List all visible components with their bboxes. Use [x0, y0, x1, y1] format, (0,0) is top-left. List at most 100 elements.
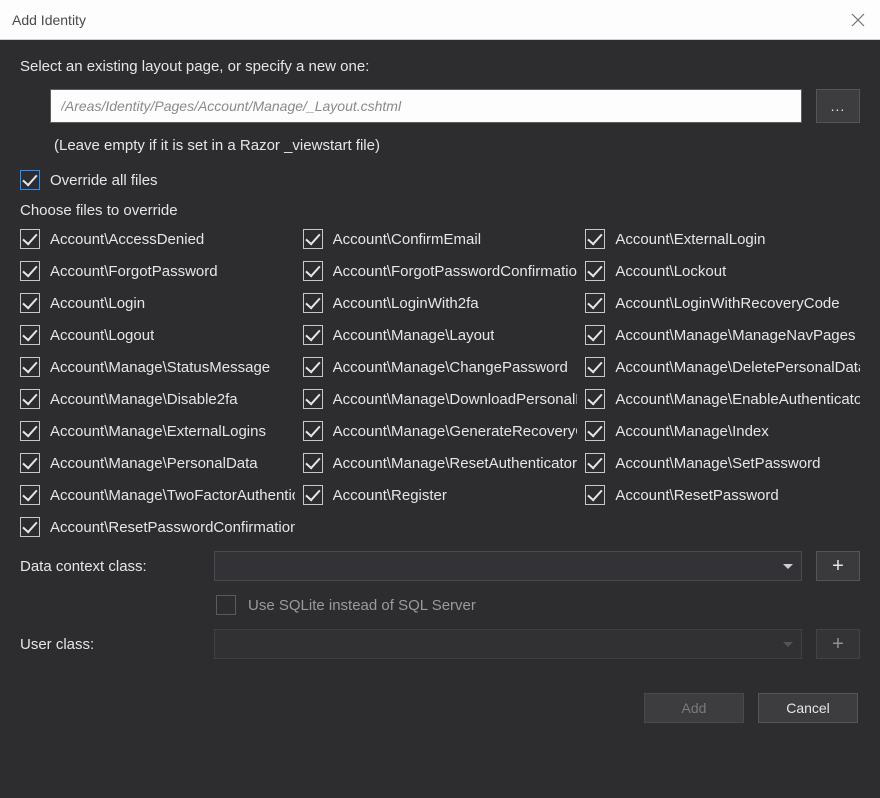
- file-label: Account\Manage\ExternalLogins: [50, 423, 266, 440]
- file-item: Account\Manage\GenerateRecoveryCodes: [303, 421, 578, 441]
- file-item: Account\ResetPasswordConfirmation: [20, 517, 295, 537]
- layout-row: ...: [50, 89, 860, 123]
- browse-button[interactable]: ...: [816, 89, 860, 123]
- chevron-down-icon: [783, 642, 793, 647]
- file-checkbox[interactable]: [585, 421, 605, 441]
- layout-path-input[interactable]: [50, 89, 802, 123]
- close-icon[interactable]: [850, 12, 866, 28]
- file-label: Account\LoginWithRecoveryCode: [615, 295, 839, 312]
- override-all-label: Override all files: [50, 172, 158, 189]
- file-checkbox[interactable]: [303, 229, 323, 249]
- file-checkbox[interactable]: [585, 389, 605, 409]
- file-label: Account\Manage\ResetAuthenticator: [333, 455, 577, 472]
- file-checkbox[interactable]: [585, 261, 605, 281]
- file-label: Account\Manage\SetPassword: [615, 455, 820, 472]
- file-item: Account\Manage\Layout: [303, 325, 578, 345]
- file-checkbox[interactable]: [303, 357, 323, 377]
- file-item: Account\ResetPassword: [585, 485, 860, 505]
- override-all-row: Override all files: [20, 170, 860, 190]
- file-checkbox[interactable]: [20, 421, 40, 441]
- file-label: Account\ResetPasswordConfirmation: [50, 519, 295, 536]
- file-item: Account\Manage\StatusMessage: [20, 357, 295, 377]
- file-checkbox[interactable]: [20, 325, 40, 345]
- file-item: Account\Manage\ManageNavPages: [585, 325, 860, 345]
- layout-hint: (Leave empty if it is set in a Razor _vi…: [54, 137, 860, 154]
- file-checkbox[interactable]: [20, 389, 40, 409]
- file-item: Account\LoginWithRecoveryCode: [585, 293, 860, 313]
- file-item: Account\Register: [303, 485, 578, 505]
- file-label: Account\ForgotPassword: [50, 263, 218, 280]
- file-checkbox[interactable]: [20, 357, 40, 377]
- files-grid: Account\AccessDenied Account\ConfirmEmail…: [20, 229, 860, 537]
- file-item: Account\Manage\DeletePersonalData: [585, 357, 860, 377]
- data-context-label: Data context class:: [20, 558, 200, 575]
- file-label: Account\Manage\Disable2fa: [50, 391, 238, 408]
- file-item: Account\Manage\DownloadPersonalData: [303, 389, 578, 409]
- choose-files-label: Choose files to override: [20, 202, 860, 219]
- file-item: Account\ForgotPassword: [20, 261, 295, 281]
- file-item: Account\Manage\TwoFactorAuthentication: [20, 485, 295, 505]
- file-label: Account\Manage\GenerateRecoveryCodes: [333, 423, 578, 440]
- override-all-checkbox[interactable]: [20, 170, 40, 190]
- file-checkbox[interactable]: [585, 325, 605, 345]
- file-label: Account\Lockout: [615, 263, 726, 280]
- file-label: Account\Logout: [50, 327, 154, 344]
- file-label: Account\ForgotPasswordConfirmation: [333, 263, 578, 280]
- user-class-row: User class: +: [20, 629, 860, 659]
- file-checkbox[interactable]: [20, 261, 40, 281]
- file-item: Account\ExternalLogin: [585, 229, 860, 249]
- file-checkbox[interactable]: [303, 485, 323, 505]
- dialog-content: Select an existing layout page, or speci…: [0, 40, 880, 671]
- file-checkbox[interactable]: [303, 389, 323, 409]
- file-item: Account\Manage\EnableAuthenticator: [585, 389, 860, 409]
- titlebar: Add Identity: [0, 0, 880, 40]
- file-checkbox[interactable]: [303, 325, 323, 345]
- file-checkbox[interactable]: [585, 293, 605, 313]
- file-item: Account\ForgotPasswordConfirmation: [303, 261, 578, 281]
- file-label: Account\Manage\DownloadPersonalData: [333, 391, 578, 408]
- file-checkbox[interactable]: [20, 229, 40, 249]
- file-item: Account\Manage\PersonalData: [20, 453, 295, 473]
- data-context-dropdown[interactable]: [214, 551, 802, 581]
- user-class-add-button: +: [816, 629, 860, 659]
- window-title: Add Identity: [12, 12, 86, 28]
- file-label: Account\AccessDenied: [50, 231, 204, 248]
- user-class-label: User class:: [20, 636, 200, 653]
- file-label: Account\Manage\TwoFactorAuthentication: [50, 487, 295, 504]
- sqlite-row: Use SQLite instead of SQL Server: [216, 595, 860, 615]
- file-item: Account\Manage\Index: [585, 421, 860, 441]
- file-checkbox[interactable]: [303, 261, 323, 281]
- file-checkbox[interactable]: [20, 485, 40, 505]
- file-item: Account\Manage\Disable2fa: [20, 389, 295, 409]
- file-label: Account\Manage\ChangePassword: [333, 359, 568, 376]
- file-item: Account\Manage\SetPassword: [585, 453, 860, 473]
- file-checkbox[interactable]: [585, 485, 605, 505]
- file-label: Account\Login: [50, 295, 145, 312]
- file-label: Account\Manage\EnableAuthenticator: [615, 391, 860, 408]
- file-item: Account\Logout: [20, 325, 295, 345]
- file-label: Account\Manage\StatusMessage: [50, 359, 270, 376]
- file-checkbox[interactable]: [20, 293, 40, 313]
- file-label: Account\ResetPassword: [615, 487, 778, 504]
- file-item: Account\Login: [20, 293, 295, 313]
- user-class-dropdown: [214, 629, 802, 659]
- file-label: Account\Manage\DeletePersonalData: [615, 359, 860, 376]
- file-item: Account\Manage\ResetAuthenticator: [303, 453, 578, 473]
- file-item: Account\LoginWith2fa: [303, 293, 578, 313]
- file-checkbox[interactable]: [20, 453, 40, 473]
- file-checkbox[interactable]: [585, 229, 605, 249]
- file-checkbox[interactable]: [303, 421, 323, 441]
- file-checkbox[interactable]: [585, 453, 605, 473]
- file-item: Account\ConfirmEmail: [303, 229, 578, 249]
- data-context-add-button[interactable]: +: [816, 551, 860, 581]
- add-button: Add: [644, 693, 744, 723]
- file-label: Account\Manage\PersonalData: [50, 455, 258, 472]
- file-checkbox[interactable]: [303, 293, 323, 313]
- cancel-button[interactable]: Cancel: [758, 693, 858, 723]
- file-checkbox[interactable]: [303, 453, 323, 473]
- file-checkbox[interactable]: [585, 357, 605, 377]
- file-item: Account\Manage\ExternalLogins: [20, 421, 295, 441]
- data-context-row: Data context class: +: [20, 551, 860, 581]
- file-label: Account\Manage\Index: [615, 423, 768, 440]
- file-checkbox[interactable]: [20, 517, 40, 537]
